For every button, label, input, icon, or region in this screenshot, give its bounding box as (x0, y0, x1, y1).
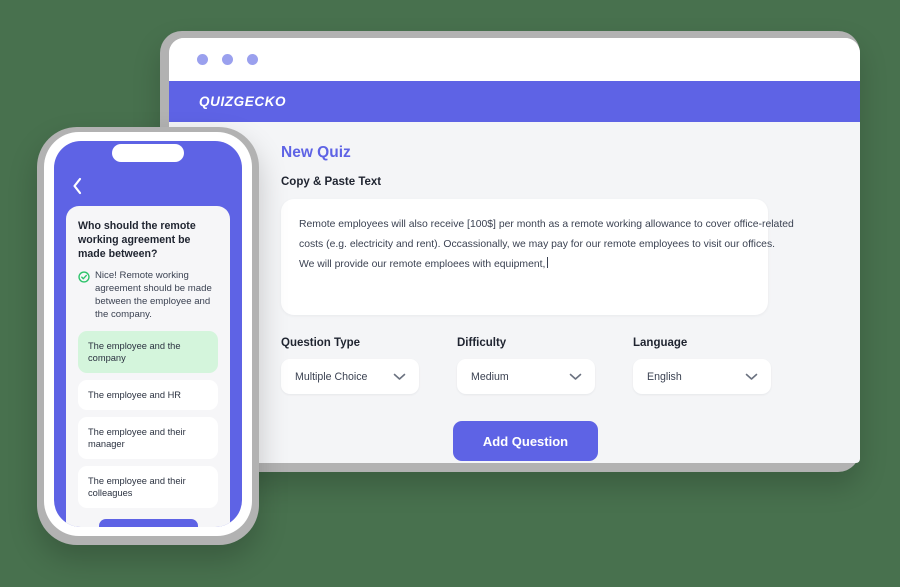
textarea-line: costs (e.g. electricity and rent). Occas… (299, 239, 776, 250)
question-type-group: Question Type Multiple Choice (281, 337, 457, 394)
language-value: English (647, 370, 682, 383)
textarea-line: Remote employees will also receive [100$… (299, 219, 794, 230)
paste-text-input[interactable]: Remote employees will also receive [100$… (281, 199, 794, 315)
app-navbar: QUIZGECKO (169, 81, 860, 122)
quiz-feedback-text: Nice! Remote working agreement should be… (95, 270, 212, 320)
difficulty-value: Medium (471, 370, 509, 383)
chevron-down-icon (745, 373, 758, 380)
chevron-down-icon (569, 373, 582, 380)
phone-mockup: Who should the remote working agreement … (37, 127, 259, 545)
question-type-value: Multiple Choice (295, 370, 368, 383)
language-select[interactable]: English (633, 359, 771, 394)
question-type-label: Question Type (281, 337, 361, 349)
mockup-stage: QUIZGECKO New Quiz Copy & Paste Text Rem… (0, 0, 900, 587)
browser-titlebar (169, 38, 860, 81)
quiz-feedback: Nice! Remote working agreement should be… (78, 269, 218, 321)
browser-content: New Quiz Copy & Paste Text Remote employ… (169, 122, 860, 461)
page-title: New Quiz (281, 144, 351, 161)
answer-option-correct[interactable]: The employee and the company (78, 331, 218, 373)
options-row: Question Type Multiple Choice Difficulty… (281, 337, 811, 394)
textarea-line: We will provide our remote emploees with… (299, 255, 750, 275)
quiz-card: Who should the remote working agreement … (66, 206, 230, 527)
brand-logo[interactable]: QUIZGECKO (199, 94, 286, 109)
browser-window-mockup: QUIZGECKO New Quiz Copy & Paste Text Rem… (160, 31, 860, 472)
chevron-down-icon (393, 373, 406, 380)
next-question-button[interactable]: Next Question (98, 519, 198, 527)
window-dot-maximize[interactable] (247, 54, 258, 65)
phone-bezel: Who should the remote working agreement … (44, 132, 252, 536)
language-label: Language (633, 337, 688, 349)
difficulty-group: Difficulty Medium (457, 337, 633, 394)
chevron-left-icon[interactable] (70, 177, 84, 195)
quiz-question-text: Who should the remote working agreement … (78, 220, 196, 260)
answer-option[interactable]: The employee and their manager (78, 417, 218, 459)
phone-notch (112, 144, 184, 162)
language-group: Language English (633, 337, 809, 394)
window-dot-minimize[interactable] (222, 54, 233, 65)
question-type-select[interactable]: Multiple Choice (281, 359, 419, 394)
answer-option[interactable]: The employee and HR (78, 380, 218, 410)
check-circle-icon (78, 271, 90, 283)
add-question-button[interactable]: Add Question (453, 421, 598, 461)
difficulty-select[interactable]: Medium (457, 359, 595, 394)
browser-screen: QUIZGECKO New Quiz Copy & Paste Text Rem… (169, 38, 860, 463)
difficulty-label: Difficulty (457, 337, 507, 349)
phone-screen: Who should the remote working agreement … (54, 141, 242, 527)
answer-option[interactable]: The employee and their colleagues (78, 466, 218, 508)
text-caret (547, 257, 549, 268)
paste-text-label: Copy & Paste Text (281, 176, 382, 188)
window-dot-close[interactable] (197, 54, 208, 65)
textarea-line-text: We will provide our remote emploees with… (299, 259, 546, 270)
